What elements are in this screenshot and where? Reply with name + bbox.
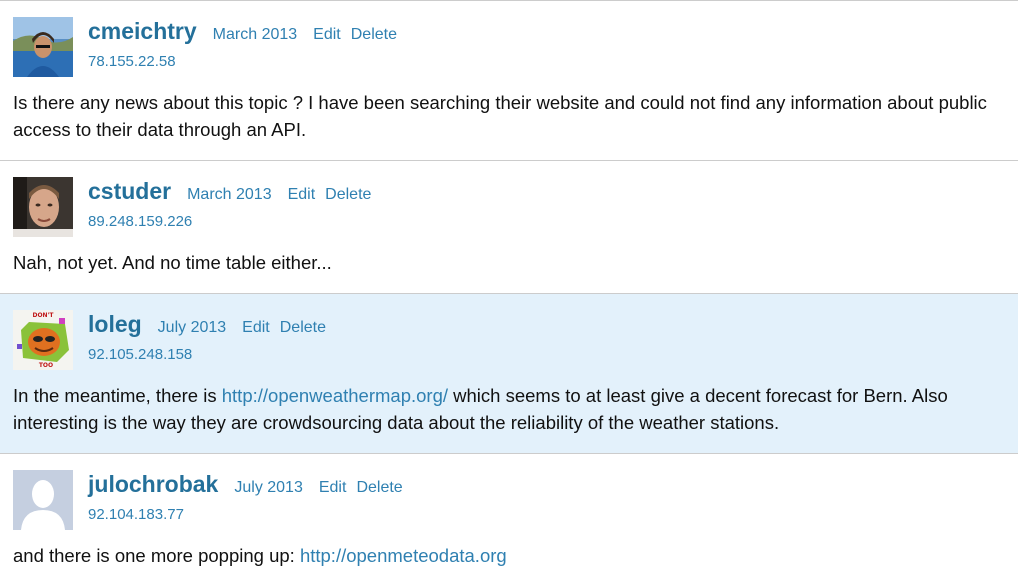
comment-item: julochrobak July 2013 Edit Delete 92.104.18… xyxy=(0,454,1018,587)
comment-text: Nah, not yet. And no time table either..… xyxy=(13,252,332,273)
default-avatar-icon xyxy=(13,470,73,530)
comment-text-part: In the meantime, there is xyxy=(13,385,222,406)
comment-link[interactable]: http://openmeteodata.org xyxy=(300,545,507,566)
avatar-text-top: DON'T xyxy=(32,312,54,319)
delete-link[interactable]: Delete xyxy=(325,186,371,203)
username-link[interactable]: loleg xyxy=(88,311,142,337)
comment-item-highlighted: DON'T TOO loleg July 2013 Edit Delete 92.10… xyxy=(0,294,1018,454)
avatar-text-bottom: TOO xyxy=(39,362,53,369)
ip-address: 78.155.22.58 xyxy=(88,53,176,70)
avatar-loleg-icon: DON'T TOO xyxy=(13,310,73,370)
comment-item: cstuder March 2013 Edit Delete 89.248.159.2… xyxy=(0,161,1018,294)
comment-date-link[interactable]: March 2013 xyxy=(187,186,272,203)
comment-meta: loleg July 2013 Edit Delete xyxy=(88,311,326,338)
edit-link[interactable]: Edit xyxy=(313,26,341,43)
comment-date-link[interactable]: March 2013 xyxy=(213,26,298,43)
comment-text: In the meantime, there is http://openwea… xyxy=(13,382,1006,436)
ip-address: 92.104.183.77 xyxy=(88,506,184,523)
comment-meta: cmeichtry March 2013 Edit Delete xyxy=(88,18,397,45)
comment-text-part: and there is one more popping up: xyxy=(13,545,300,566)
comment-link[interactable]: http://openweathermap.org/ xyxy=(222,385,448,406)
avatar[interactable] xyxy=(13,177,73,237)
delete-link[interactable]: Delete xyxy=(280,319,326,336)
username-link[interactable]: cmeichtry xyxy=(88,18,197,44)
ip-address: 89.248.159.226 xyxy=(88,213,193,230)
ip-address: 92.105.248.158 xyxy=(88,346,193,363)
edit-link[interactable]: Edit xyxy=(242,319,270,336)
comment-meta: julochrobak July 2013 Edit Delete xyxy=(88,471,403,498)
edit-link[interactable]: Edit xyxy=(288,186,316,203)
avatar-cstuder-icon xyxy=(13,177,73,237)
avatar-cmeichtry-icon xyxy=(13,17,73,77)
comment-text: Is there any news about this topic ? I h… xyxy=(13,92,987,140)
username-link[interactable]: cstuder xyxy=(88,178,171,204)
delete-link[interactable]: Delete xyxy=(351,26,397,43)
comment-meta: cstuder March 2013 Edit Delete xyxy=(88,178,371,205)
avatar[interactable] xyxy=(13,470,73,530)
comment-item: cmeichtry March 2013 Edit Delete 78.155.22.… xyxy=(0,1,1018,161)
comment-text: and there is one more popping up: http:/… xyxy=(13,542,1006,569)
avatar[interactable] xyxy=(13,17,73,77)
comment-date-link[interactable]: July 2013 xyxy=(158,319,227,336)
comment-date-link[interactable]: July 2013 xyxy=(234,479,303,496)
edit-link[interactable]: Edit xyxy=(319,479,347,496)
delete-link[interactable]: Delete xyxy=(356,479,402,496)
avatar[interactable]: DON'T TOO xyxy=(13,310,73,370)
username-link[interactable]: julochrobak xyxy=(88,471,218,497)
